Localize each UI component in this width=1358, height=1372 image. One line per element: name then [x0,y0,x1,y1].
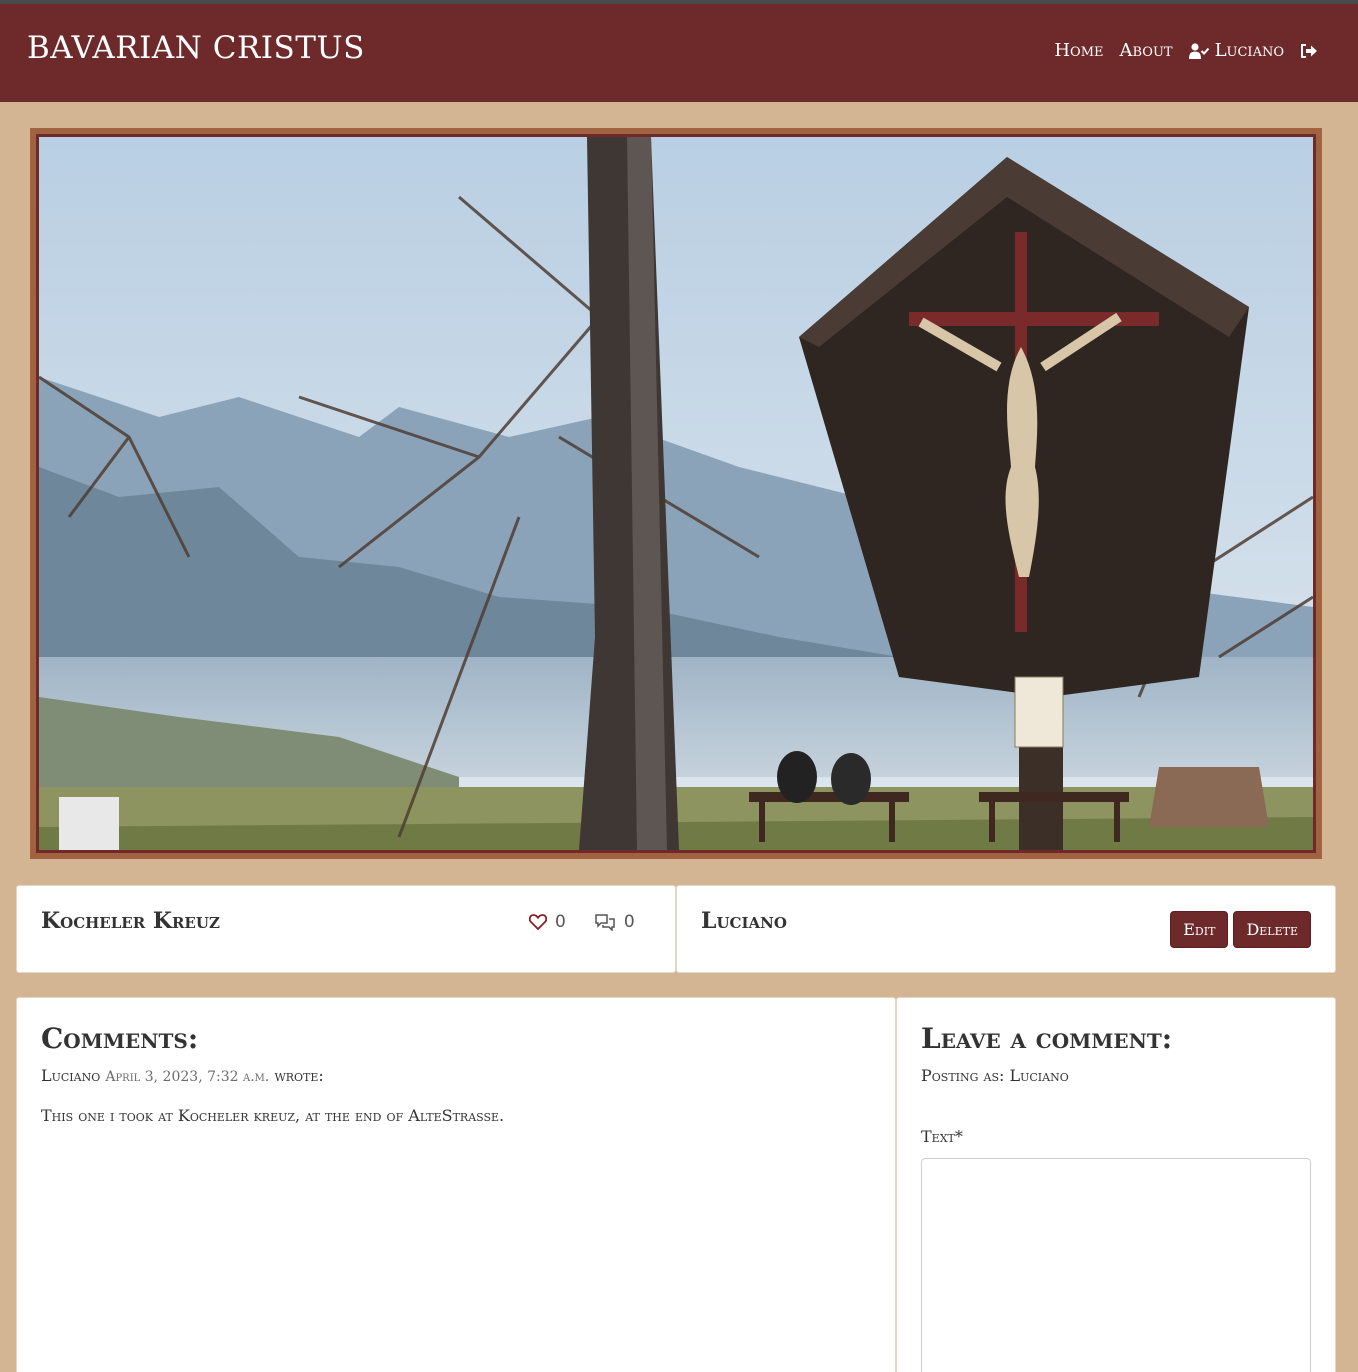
heart-icon[interactable] [529,914,547,930]
comments-heading: Comments: [41,1022,199,1055]
comment-stat: 0 [594,912,635,932]
comment-form-heading: Leave a comment: [921,1022,1173,1055]
comment-text-input[interactable] [921,1158,1311,1372]
navbar: BAVARIAN CRISTUS Home About Luciano [0,4,1358,102]
nav-about-link[interactable]: About [1120,40,1173,61]
logout-button[interactable] [1300,43,1318,59]
like-count: 0 [555,912,566,932]
nav-home-link[interactable]: Home [1054,40,1103,61]
like-stat[interactable]: 0 [529,912,566,932]
edit-button[interactable]: Edit [1170,911,1229,948]
comment-wrote: wrote: [274,1066,324,1085]
delete-button[interactable]: Delete [1233,911,1311,948]
post-author: Luciano [701,908,787,934]
main-nav: Home About Luciano [1054,40,1318,61]
post-stats: 0 0 [529,912,635,932]
hero-image-frame [30,128,1322,859]
posting-as: Posting as: Luciano [921,1066,1069,1085]
wayside-crucifix-photo [39,137,1313,850]
comment-date: April 3, 2023, 7:32 a.m. [105,1069,270,1085]
nav-user-link[interactable]: Luciano [1188,40,1284,61]
post-author-card: Luciano Edit Delete [676,885,1336,973]
posting-as-user: Luciano [1009,1066,1069,1085]
comments-card: Comments: Luciano April 3, 2023, 7:32 a.… [16,997,896,1372]
brand-logo[interactable]: BAVARIAN CRISTUS [27,30,365,66]
comments-icon [595,914,615,931]
sign-out-icon [1301,43,1317,58]
nav-user-name: Luciano [1214,40,1284,61]
hero-image [36,134,1316,853]
post-title: Kocheler Kreuz [41,908,220,934]
comment-form-card: Leave a comment: Posting as: Luciano Tex… [896,997,1336,1372]
post-actions: Edit Delete [1170,911,1311,948]
comment-author: Luciano [41,1066,101,1085]
comment-body: This one i took at Kocheler kreuz, at th… [41,1106,505,1125]
comment-text-label: Text* [921,1127,963,1146]
posting-as-label: Posting as: [921,1066,1005,1085]
comment-count: 0 [623,912,635,932]
post-title-card: Kocheler Kreuz 0 0 [16,885,676,973]
user-check-icon [1188,42,1209,59]
comment-meta: Luciano April 3, 2023, 7:32 a.m. wrote: [41,1066,324,1085]
